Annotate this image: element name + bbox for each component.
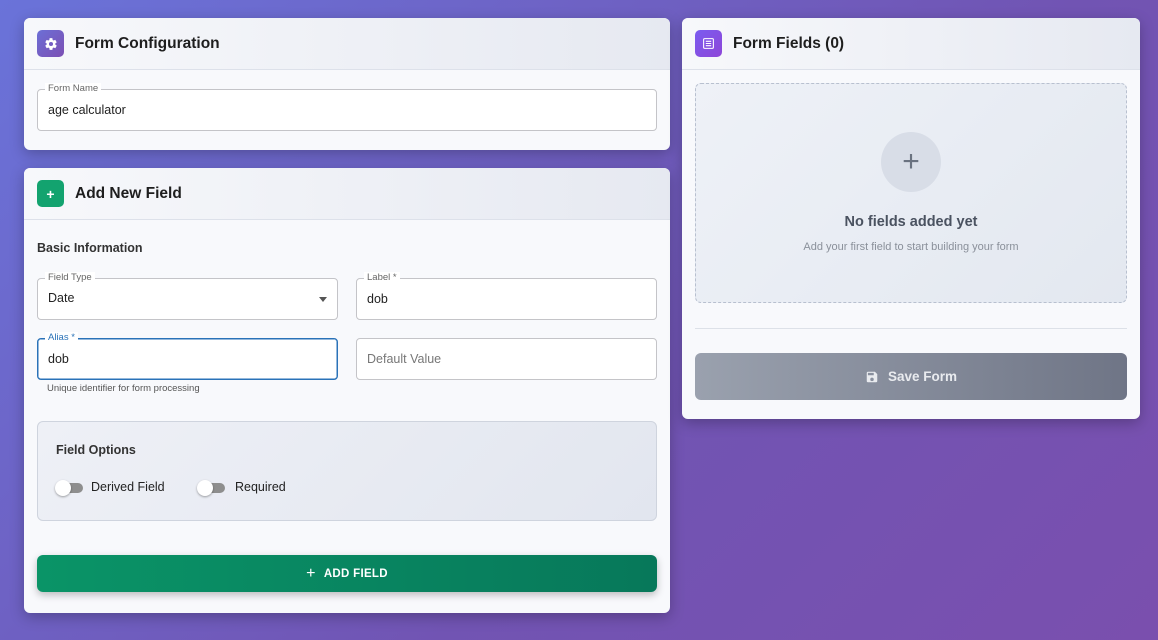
list-icon [695, 30, 722, 57]
form-name-value: age calculator [48, 103, 126, 117]
form-fields-card: Form Fields (0) + No fields added yet Ad… [682, 18, 1140, 419]
required-toggle[interactable] [197, 480, 225, 496]
empty-state-title: No fields added yet [844, 214, 978, 230]
form-configuration-header: Form Configuration [24, 18, 670, 70]
form-configuration-card: Form Configuration Form Name age calcula… [24, 18, 670, 150]
add-new-field-title: Add New Field [75, 184, 182, 202]
form-configuration-title: Form Configuration [75, 34, 220, 52]
floppy-disk-icon [866, 371, 878, 382]
required-toggle-thumb [197, 480, 213, 496]
derived-field-toggle[interactable] [55, 480, 83, 496]
add-new-field-card: + Add New Field Basic Information Field … [24, 168, 670, 613]
field-type-select[interactable]: Field Type Date [37, 272, 338, 320]
required-label: Required [235, 480, 286, 494]
plus-icon: + [306, 564, 316, 582]
alias-helper-text: Unique identifier for form processing [47, 383, 200, 394]
gear-icon [37, 30, 64, 57]
default-value-placeholder: Default Value [367, 352, 442, 366]
basic-information-heading: Basic Information [37, 241, 143, 255]
add-field-button-label: ADD FIELD [323, 567, 388, 580]
add-new-field-header: + Add New Field [24, 168, 670, 220]
label-field-label: Label * [364, 272, 400, 284]
form-fields-title: Form Fields (0) [733, 34, 845, 52]
field-options-panel: Field Options Derived Field Required [37, 421, 657, 521]
label-field-value: dob [367, 292, 388, 306]
alias-field-value: dob [48, 352, 69, 366]
derived-field-label: Derived Field [91, 480, 165, 494]
save-form-button[interactable]: Save Form [695, 353, 1127, 400]
alias-field-label: Alias * [45, 332, 78, 344]
label-input[interactable]: Label * dob [356, 272, 657, 320]
empty-state-subtitle: Add your first field to start building y… [803, 241, 1019, 253]
chevron-down-icon[interactable] [319, 297, 327, 302]
derived-toggle-thumb [55, 480, 71, 496]
add-field-button[interactable]: + ADD FIELD [37, 555, 657, 592]
plus-icon: + [37, 180, 64, 207]
form-name-input[interactable]: Form Name age calculator [37, 83, 657, 131]
form-name-label: Form Name [45, 83, 102, 95]
divider [695, 328, 1127, 329]
field-type-value: Date [48, 291, 75, 305]
field-options-heading: Field Options [56, 443, 136, 457]
default-value-input[interactable]: Default Value [356, 338, 657, 380]
plus-icon: + [881, 132, 941, 192]
field-type-label: Field Type [45, 272, 95, 284]
save-form-label: Save Form [887, 369, 958, 384]
alias-input[interactable]: Alias * dob [37, 332, 338, 380]
form-fields-header: Form Fields (0) [682, 18, 1140, 70]
empty-fields-area: + No fields added yet Add your first fie… [695, 83, 1127, 303]
